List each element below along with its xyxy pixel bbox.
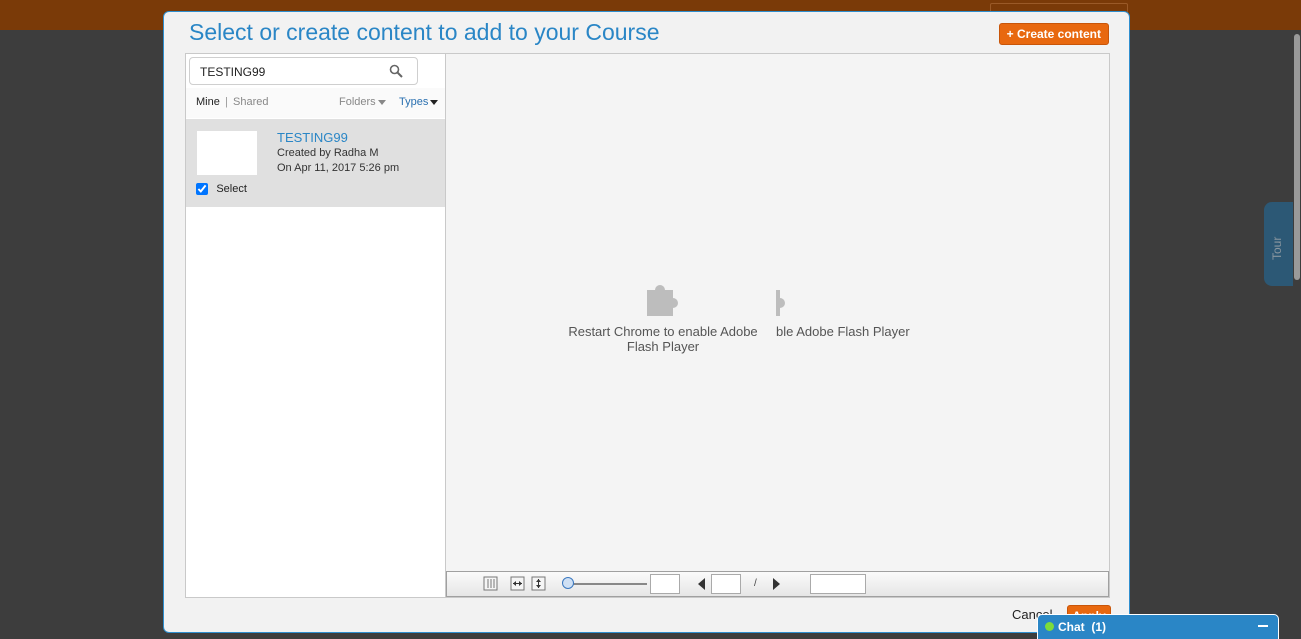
chevron-down-icon — [430, 99, 439, 105]
folders-label: Folders — [339, 96, 376, 108]
list-item[interactable]: TESTING99 Created by Radha M On Apr 11, … — [186, 119, 445, 207]
select-checkbox[interactable] — [196, 182, 208, 195]
zoom-slider-handle[interactable] — [562, 577, 574, 589]
flash-plugin-placeholder-clipped[interactable]: ble Adobe Flash Player — [776, 276, 936, 339]
filter-types-dropdown[interactable]: Types — [399, 96, 439, 108]
chat-title: Chat — [1058, 620, 1085, 634]
page-scrollbar[interactable] — [1293, 30, 1301, 639]
chevron-down-icon — [377, 99, 386, 105]
fit-width-icon[interactable] — [510, 576, 525, 591]
filter-separator: | — [225, 96, 228, 108]
content-picker-modal: Select or create content to add to your … — [163, 11, 1130, 633]
create-content-button[interactable]: + Create content — [998, 23, 1109, 45]
flash-plugin-message-clipped: ble Adobe Flash Player — [776, 324, 910, 339]
chat-widget-bar[interactable]: Chat (1) — [1037, 614, 1279, 639]
viewer-toolbar: / — [446, 571, 1109, 597]
select-checkbox-row[interactable]: Select — [196, 181, 247, 195]
content-author: Created by Radha M — [277, 147, 379, 159]
puzzle-piece-icon — [647, 285, 678, 316]
viewer-search-input[interactable] — [810, 574, 866, 594]
minimize-icon[interactable] — [1258, 625, 1268, 627]
tour-label: Tour — [1270, 236, 1284, 260]
page-layout-icon[interactable] — [483, 576, 498, 591]
filter-mine[interactable]: Mine — [196, 96, 220, 108]
page-separator: / — [754, 578, 757, 589]
types-label: Types — [399, 96, 429, 108]
previous-page-icon[interactable] — [698, 578, 705, 590]
online-status-icon — [1045, 622, 1054, 631]
modal-title: Select or create content to add to your … — [189, 19, 660, 45]
filter-folders-dropdown[interactable]: Folders — [339, 96, 386, 108]
zoom-level-input[interactable] — [650, 574, 680, 594]
content-preview-pane: Restart Chrome to enable Adobe Flash Pla… — [446, 53, 1110, 598]
page-number-input[interactable] — [711, 574, 741, 594]
next-page-icon[interactable] — [773, 578, 780, 590]
filter-row: Mine | Shared Folders Types — [186, 88, 445, 118]
puzzle-piece-icon — [776, 290, 785, 316]
flash-plugin-placeholder[interactable]: Restart Chrome to enable Adobe Flash Pla… — [559, 276, 767, 354]
content-date: On Apr 11, 2017 5:26 pm — [277, 162, 400, 174]
select-label: Select — [216, 182, 247, 195]
filter-shared[interactable]: Shared — [233, 96, 268, 108]
fit-height-icon[interactable] — [531, 576, 546, 591]
chat-count: (1) — [1091, 620, 1107, 634]
content-thumbnail[interactable] — [197, 131, 257, 175]
content-list-pane: Mine | Shared Folders Types TESTING99 Cr… — [185, 53, 446, 598]
flash-plugin-message: Restart Chrome to enable Adobe Flash Pla… — [568, 324, 758, 354]
search-box — [189, 57, 418, 85]
search-input[interactable] — [198, 62, 382, 82]
chat-label: Chat (1) — [1058, 620, 1106, 634]
search-icon[interactable] — [389, 64, 403, 78]
zoom-slider-track[interactable] — [565, 583, 647, 585]
content-title-link[interactable]: TESTING99 — [277, 130, 348, 145]
scrollbar-thumb[interactable] — [1294, 34, 1300, 280]
